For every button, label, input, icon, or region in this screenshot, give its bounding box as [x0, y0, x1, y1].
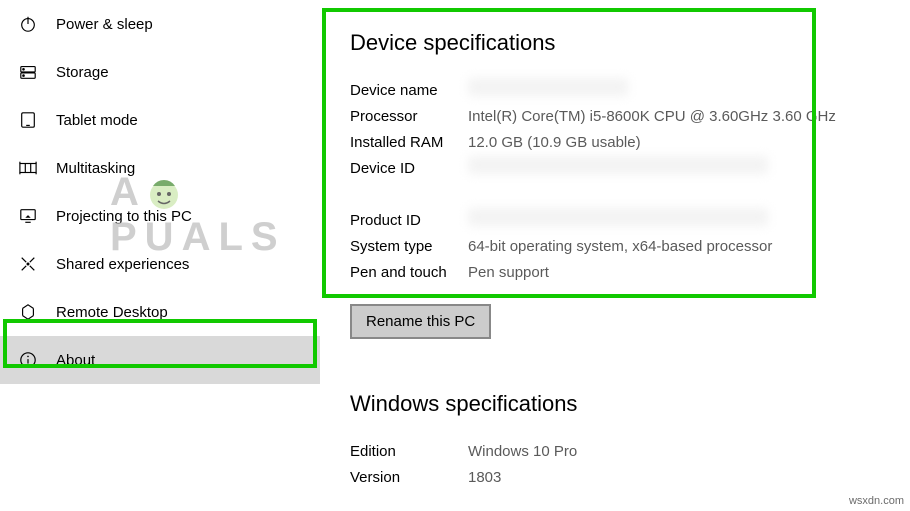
- spec-row-device-name: Device name REDACTED-PC: [350, 78, 836, 104]
- device-specs-title: Device specifications: [350, 30, 846, 56]
- spec-row-device-id: Device ID XXXXXXXX-XXXX-XXXX-XXXX-XXXXXX…: [350, 156, 836, 208]
- sidebar-item-multitasking[interactable]: Multitasking: [0, 144, 320, 192]
- sidebar-item-storage[interactable]: Storage: [0, 48, 320, 96]
- spec-value: REDACTED-PC: [468, 78, 836, 104]
- sidebar-item-label: Tablet mode: [56, 112, 138, 129]
- spec-value: XXXXX-XXXXX-XXXXX-XXXXX: [468, 208, 836, 234]
- sidebar-item-label: Power & sleep: [56, 16, 153, 33]
- spec-label: Version: [350, 465, 468, 491]
- sidebar-item-power-sleep[interactable]: Power & sleep: [0, 0, 320, 48]
- sidebar-item-label: Remote Desktop: [56, 304, 168, 321]
- spec-value: XXXXXXXX-XXXX-XXXX-XXXX-XXXXXXXXXXXX: [468, 156, 836, 208]
- sidebar-item-projecting[interactable]: Projecting to this PC: [0, 192, 320, 240]
- sidebar-item-shared-experiences[interactable]: Shared experiences: [0, 240, 320, 288]
- remote-desktop-icon: [18, 302, 38, 322]
- multitasking-icon: [18, 158, 38, 178]
- spec-label: Device ID: [350, 156, 468, 208]
- spec-row-version: Version 1803: [350, 465, 577, 491]
- sidebar-item-label: Multitasking: [56, 160, 135, 177]
- spec-label: Processor: [350, 104, 468, 130]
- spec-label: Pen and touch: [350, 260, 468, 286]
- spec-value: Intel(R) Core(TM) i5-8600K CPU @ 3.60GHz…: [468, 104, 836, 130]
- spec-value: 64-bit operating system, x64-based proce…: [468, 234, 836, 260]
- spec-label: Product ID: [350, 208, 468, 234]
- windows-specs-section: Windows specifications Edition Windows 1…: [350, 391, 846, 491]
- shared-icon: [18, 254, 38, 274]
- power-icon: [18, 14, 38, 34]
- windows-specs-title: Windows specifications: [350, 391, 846, 417]
- spec-value: 1803: [468, 465, 577, 491]
- spec-label: Edition: [350, 439, 468, 465]
- sidebar-item-about[interactable]: About: [0, 336, 320, 384]
- spec-row-ram: Installed RAM 12.0 GB (10.9 GB usable): [350, 130, 836, 156]
- redacted-value: XXXXX-XXXXX-XXXXX-XXXXX: [468, 208, 768, 226]
- sidebar-item-remote-desktop[interactable]: Remote Desktop: [0, 288, 320, 336]
- sidebar-item-label: Shared experiences: [56, 256, 189, 273]
- spec-row-pen-touch: Pen and touch Pen support: [350, 260, 836, 286]
- storage-icon: [18, 62, 38, 82]
- sidebar-item-label: Storage: [56, 64, 109, 81]
- redacted-value: REDACTED-PC: [468, 78, 628, 96]
- rename-pc-button[interactable]: Rename this PC: [350, 304, 491, 339]
- tablet-icon: [18, 110, 38, 130]
- device-specs-table: Device name REDACTED-PC Processor Intel(…: [350, 78, 836, 286]
- sidebar-item-label: About: [56, 352, 95, 369]
- spec-value: Pen support: [468, 260, 836, 286]
- settings-sidebar: Power & sleep Storage Tablet mode Multit…: [0, 0, 320, 511]
- spec-row-system-type: System type 64-bit operating system, x64…: [350, 234, 836, 260]
- windows-specs-table: Edition Windows 10 Pro Version 1803: [350, 439, 577, 491]
- projecting-icon: [18, 206, 38, 226]
- redacted-value: XXXXXXXX-XXXX-XXXX-XXXX-XXXXXXXXXXXX: [468, 156, 768, 174]
- spec-label: System type: [350, 234, 468, 260]
- spec-value: 12.0 GB (10.9 GB usable): [468, 130, 836, 156]
- spec-label: Installed RAM: [350, 130, 468, 156]
- spec-label: Device name: [350, 78, 468, 104]
- spec-value: Windows 10 Pro: [468, 439, 577, 465]
- spec-row-edition: Edition Windows 10 Pro: [350, 439, 577, 465]
- info-icon: [18, 350, 38, 370]
- spec-row-product-id: Product ID XXXXX-XXXXX-XXXXX-XXXXX: [350, 208, 836, 234]
- attribution-text: wsxdn.com: [849, 495, 904, 507]
- sidebar-item-label: Projecting to this PC: [56, 208, 192, 225]
- spec-row-processor: Processor Intel(R) Core(TM) i5-8600K CPU…: [350, 104, 836, 130]
- about-main-pane: Device specifications Device name REDACT…: [320, 0, 910, 511]
- sidebar-item-tablet-mode[interactable]: Tablet mode: [0, 96, 320, 144]
